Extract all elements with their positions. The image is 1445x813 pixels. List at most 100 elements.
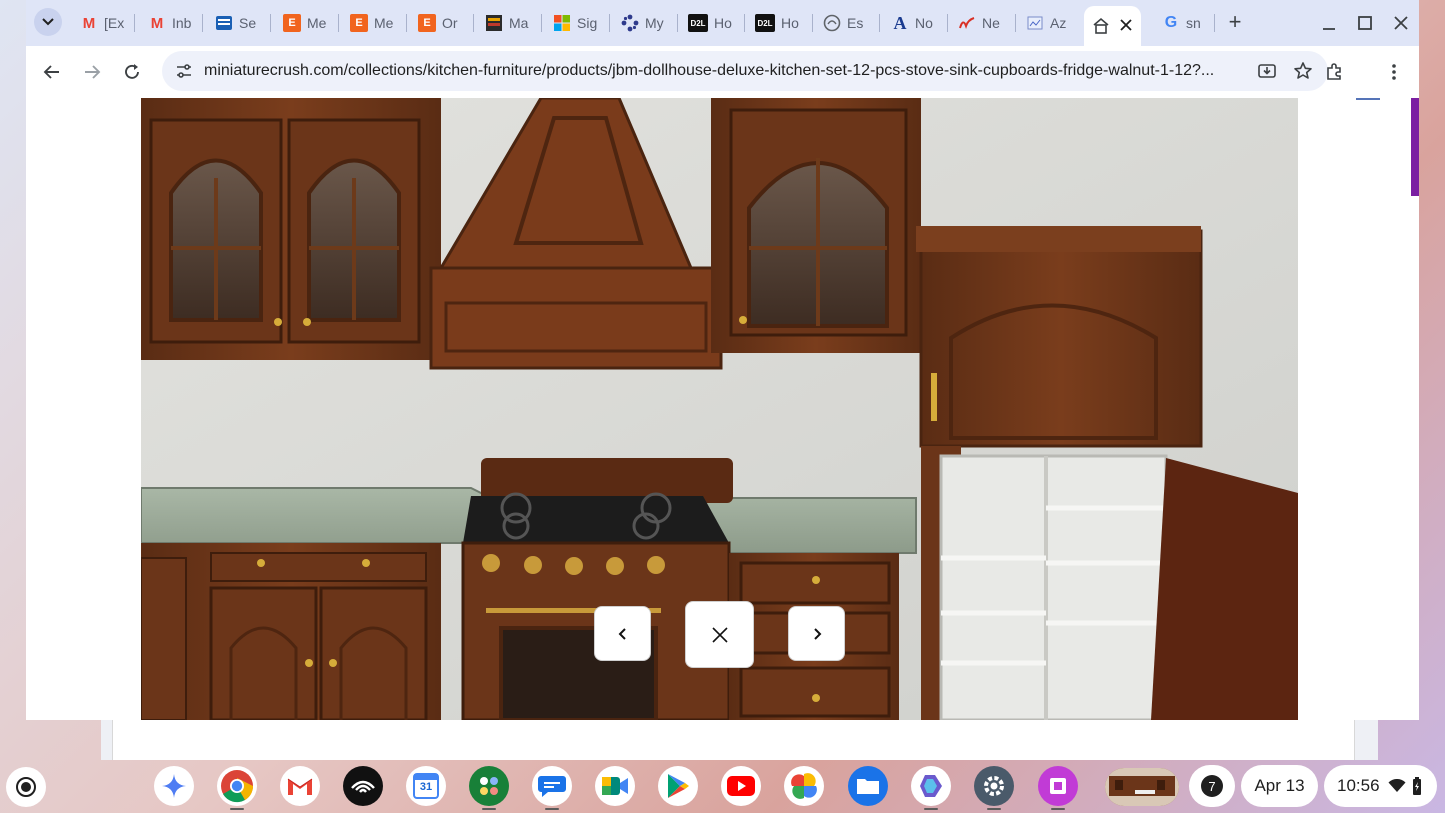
minimize-button[interactable] bbox=[1318, 12, 1340, 34]
url-text[interactable]: miniaturecrush.com/collections/kitchen-f… bbox=[204, 62, 1214, 80]
wifi-icon bbox=[1388, 779, 1406, 793]
bookmark-star-icon[interactable] bbox=[1293, 61, 1313, 81]
system-tray-button[interactable]: 10:56 bbox=[1324, 765, 1437, 807]
tab-d2l-2[interactable]: D2L Ho bbox=[755, 8, 803, 38]
chrome-icon bbox=[221, 770, 254, 803]
folder-icon bbox=[857, 779, 879, 794]
files-app[interactable] bbox=[848, 766, 888, 806]
tab-d2l-1[interactable]: D2L Ho bbox=[688, 8, 736, 38]
copilot-icon bbox=[920, 775, 942, 797]
notification-center-button[interactable]: 7 bbox=[1189, 765, 1235, 807]
tab-7[interactable]: Ma bbox=[485, 8, 531, 38]
copilot-app[interactable] bbox=[911, 766, 951, 806]
etsy-icon: E bbox=[350, 14, 368, 32]
gear-icon bbox=[984, 776, 1004, 796]
tab-label: sn bbox=[1186, 15, 1201, 31]
background-window-content bbox=[112, 720, 1355, 760]
minimize-icon bbox=[1323, 28, 1335, 30]
date-tray-button[interactable]: Apr 13 bbox=[1241, 765, 1318, 807]
scrollbar-thumb[interactable] bbox=[1411, 98, 1419, 196]
pinwheel-icon bbox=[791, 773, 817, 799]
maximize-button[interactable] bbox=[1354, 12, 1376, 34]
chrome-app[interactable] bbox=[217, 766, 257, 806]
tab-google[interactable]: G sn bbox=[1162, 8, 1208, 38]
chat-bubble-icon bbox=[538, 776, 566, 797]
apps-grid-icon bbox=[480, 777, 498, 795]
image-thumbnail-icon bbox=[1105, 768, 1179, 806]
chevron-right-icon bbox=[813, 627, 821, 640]
tab-gmail-1[interactable]: M [Ex bbox=[80, 8, 126, 38]
youtube-app[interactable] bbox=[721, 766, 761, 806]
page-content bbox=[26, 98, 1419, 720]
video-camera-icon bbox=[602, 777, 628, 795]
kebab-menu-icon bbox=[1392, 64, 1396, 80]
messages-app[interactable] bbox=[532, 766, 572, 806]
date-label: Apr 13 bbox=[1254, 776, 1305, 795]
battery-icon bbox=[1412, 777, 1422, 795]
install-app-icon[interactable] bbox=[1257, 61, 1277, 81]
tab-label: My bbox=[645, 15, 664, 31]
tab-label: Ne bbox=[982, 15, 1000, 31]
tab-label: Ma bbox=[509, 15, 529, 31]
audible-app[interactable] bbox=[343, 766, 383, 806]
site-info-icon[interactable] bbox=[174, 61, 194, 81]
play-store-icon bbox=[668, 774, 689, 798]
site-icon bbox=[215, 14, 233, 32]
tab-microsoft[interactable]: Sig bbox=[553, 8, 599, 38]
signature-icon bbox=[958, 14, 976, 32]
tab-label: Ho bbox=[781, 15, 799, 31]
menu-button[interactable] bbox=[1380, 58, 1408, 86]
previous-image-button[interactable] bbox=[594, 606, 651, 661]
calendar-app[interactable]: 31 bbox=[406, 766, 446, 806]
tote-thumbnail[interactable] bbox=[1105, 768, 1179, 806]
tab-gmail-2[interactable]: M Inb bbox=[148, 8, 194, 38]
screencast-icon bbox=[1050, 778, 1066, 794]
close-tab-icon[interactable] bbox=[1120, 18, 1132, 34]
back-button[interactable] bbox=[38, 58, 66, 86]
tab-14[interactable]: Ne bbox=[958, 8, 1004, 38]
tab-12[interactable]: Es bbox=[823, 8, 869, 38]
address-bar[interactable]: miniaturecrush.com/collections/kitchen-f… bbox=[162, 51, 1328, 91]
tab-label: No bbox=[915, 15, 933, 31]
tab-label: Ho bbox=[714, 15, 732, 31]
tab-label: Me bbox=[374, 15, 394, 31]
chevron-left-icon bbox=[618, 627, 626, 640]
gemini-app[interactable] bbox=[154, 766, 194, 806]
tab-etsy-2[interactable]: E Me bbox=[350, 8, 396, 38]
meet-app[interactable] bbox=[595, 766, 635, 806]
shelf: 31 7 Apr 13 10:56 bbox=[0, 760, 1445, 813]
forward-button[interactable] bbox=[78, 58, 106, 86]
tab-9[interactable]: My bbox=[621, 8, 667, 38]
google-apps-app[interactable] bbox=[469, 766, 509, 806]
close-lightbox-button[interactable] bbox=[685, 601, 754, 668]
tab-label: Or bbox=[442, 15, 458, 31]
tab-etsy-1[interactable]: E Me bbox=[283, 8, 329, 38]
etsy-icon: E bbox=[418, 14, 436, 32]
tab-label: Sig bbox=[577, 15, 598, 31]
tab-etsy-3[interactable]: E Or bbox=[418, 8, 464, 38]
play-store-app[interactable] bbox=[658, 766, 698, 806]
tab-3[interactable]: Se bbox=[215, 8, 261, 38]
next-image-button[interactable] bbox=[788, 606, 845, 661]
etsy-icon: E bbox=[283, 14, 301, 32]
settings-app[interactable] bbox=[974, 766, 1014, 806]
tab-active-miniaturecrush[interactable] bbox=[1084, 6, 1141, 46]
plus-icon: + bbox=[1228, 9, 1242, 34]
tab-13[interactable]: A No bbox=[891, 8, 937, 38]
extensions-button[interactable] bbox=[1320, 58, 1348, 86]
tab-strip: M [Ex M Inb Se E Me E Me E Or Ma Sig My … bbox=[26, 0, 1419, 46]
close-window-button[interactable] bbox=[1390, 12, 1412, 34]
puzzle-icon bbox=[1327, 63, 1341, 80]
new-tab-button[interactable]: + bbox=[1222, 10, 1248, 36]
photos-app[interactable] bbox=[784, 766, 824, 806]
tab-label: Se bbox=[239, 15, 257, 31]
tab-label: Me bbox=[307, 15, 327, 31]
browser-window: M [Ex M Inb Se E Me E Me E Or Ma Sig My … bbox=[26, 0, 1419, 720]
tab-15[interactable]: Az bbox=[1026, 8, 1072, 38]
audible-icon bbox=[351, 780, 375, 793]
launcher-button[interactable] bbox=[6, 767, 46, 807]
screencast-app[interactable] bbox=[1038, 766, 1078, 806]
gmail-app[interactable] bbox=[280, 766, 320, 806]
tab-search-button[interactable] bbox=[34, 8, 62, 36]
reload-button[interactable] bbox=[118, 58, 146, 86]
